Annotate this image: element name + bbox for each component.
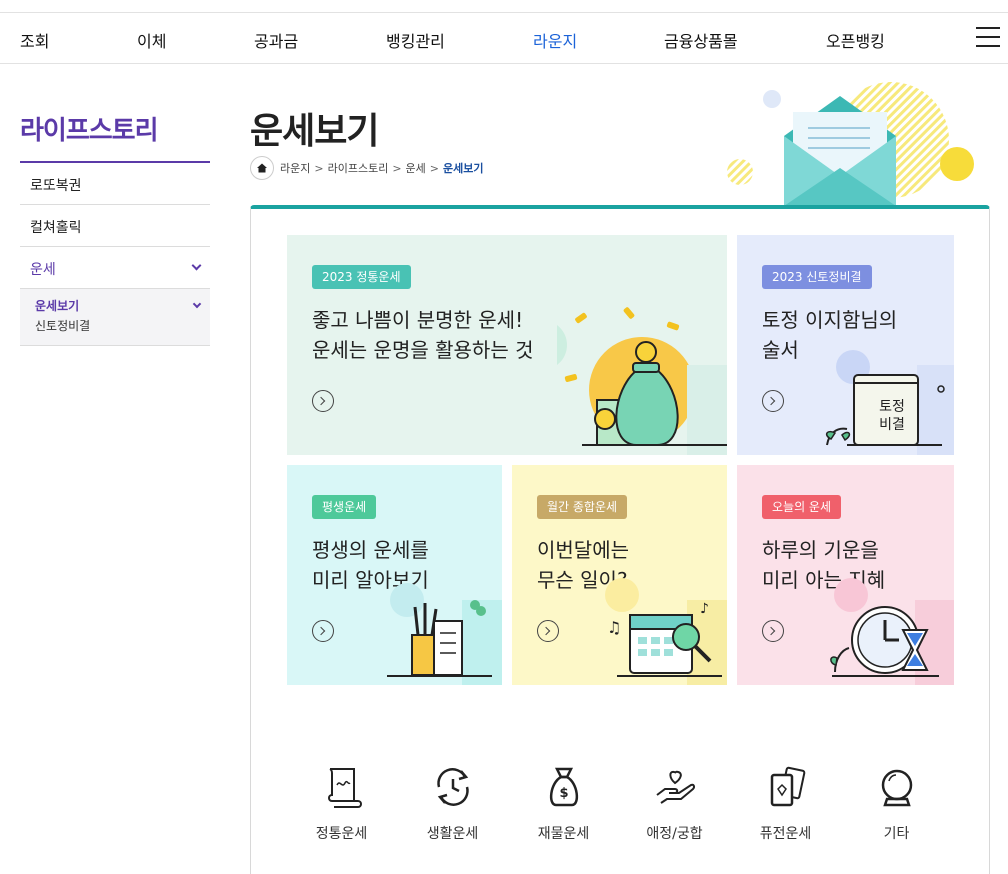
- breadcrumb-item[interactable]: 운세: [406, 160, 426, 176]
- sidebar-item-culture[interactable]: 컬쳐홀릭: [20, 205, 210, 247]
- fortune-category-list: 정통운세 생활운세 $ 재물운세 애정/궁합 퓨전운세 기타: [286, 765, 954, 843]
- money-bag-illustration: [557, 307, 727, 455]
- crystal-ball-icon: [881, 769, 912, 807]
- clock-hourglass-illustration: [830, 578, 954, 685]
- card-badge: 평생운세: [312, 495, 377, 519]
- nav-item-product-mall[interactable]: 금융상품몰: [664, 28, 738, 52]
- breadcrumb-separator-icon: >: [429, 161, 440, 175]
- card-text-line: 좋고 나쁨이 분명한 운세!: [312, 308, 524, 332]
- card-daily-fortune[interactable]: 오늘의 운세 하루의 기운을 미리 아는 지혜: [737, 465, 954, 685]
- svg-text:♫: ♫: [607, 618, 621, 637]
- scroll-icon: [327, 768, 362, 808]
- arrow-right-icon[interactable]: [312, 390, 334, 412]
- heart-hand-icon: [655, 770, 695, 804]
- nav-item-utility-bills[interactable]: 공과금: [254, 28, 298, 52]
- svg-text:$: $: [559, 786, 568, 801]
- card-monthly-fortune[interactable]: 월간 종합운세 이번달에는 무슨 일이? ♫ ♪: [512, 465, 727, 685]
- sidebar-submenu: 운세보기 신토정비결: [20, 289, 210, 346]
- card-badge: 2023 정통운세: [312, 265, 411, 289]
- sidebar-title: 라이프스토리: [20, 116, 159, 146]
- category-love[interactable]: 애정/궁합: [619, 765, 730, 843]
- arrow-right-icon[interactable]: [537, 620, 559, 642]
- category-label: 정통운세: [315, 826, 368, 842]
- sidebar-item-label: 운세: [30, 262, 56, 278]
- home-icon[interactable]: [250, 156, 274, 180]
- sidebar-item-lotto[interactable]: 로또복권: [20, 163, 210, 205]
- arrow-right-icon[interactable]: [762, 390, 784, 412]
- category-label: 퓨전운세: [759, 826, 812, 842]
- breadcrumb-item[interactable]: 라운지: [280, 160, 310, 176]
- card-text-line: 토정 이지함님의: [762, 308, 898, 332]
- card-badge: 월간 종합운세: [537, 495, 628, 519]
- category-other[interactable]: 기타: [841, 765, 952, 843]
- card-text: 좋고 나쁨이 분명한 운세! 운세는 운명을 활용하는 것: [312, 305, 533, 365]
- top-navigation: 조회 이체 공과금 뱅킹관리 라운지 금융상품몰 오픈뱅킹: [0, 12, 1008, 64]
- card-text-line: 이번달에는: [537, 538, 629, 562]
- card-badge: 오늘의 운세: [762, 495, 842, 519]
- book-cover-line: 토정: [879, 399, 905, 415]
- cards-icon: [770, 766, 805, 807]
- category-label: 기타: [883, 826, 910, 842]
- chevron-down-icon: [191, 260, 202, 271]
- breadcrumb-separator-icon: >: [392, 161, 402, 175]
- nav-item-inquiry[interactable]: 조회: [20, 28, 49, 52]
- category-fusion[interactable]: 퓨전운세: [730, 765, 841, 843]
- category-traditional[interactable]: 정통운세: [286, 765, 397, 843]
- svg-text:♪: ♪: [700, 601, 709, 617]
- nav-item-lounge[interactable]: 라운지: [533, 28, 577, 52]
- card-tojeong-fortune[interactable]: 2023 신토정비결 토정 이지함님의 술서 토정 비결: [737, 235, 954, 455]
- category-life[interactable]: 생활운세: [397, 765, 508, 843]
- book-cover-line: 비결: [879, 417, 905, 433]
- book-cover-text: 토정 비결: [872, 398, 912, 434]
- sidebar-item-fortune[interactable]: 운세: [20, 247, 210, 289]
- breadcrumb: 라운지 > 라이프스토리 > 운세 > 운세보기: [250, 156, 484, 180]
- card-text-line: 평생의 운세를: [312, 538, 429, 562]
- sidebar-subitem-fortune-view[interactable]: 운세보기: [20, 297, 210, 317]
- sidebar-menu: 로또복권 컬쳐홀릭 운세 운세보기 신토정비결: [20, 163, 210, 346]
- nav-item-transfer[interactable]: 이체: [137, 28, 166, 52]
- calendar-illustration: ♫ ♪: [605, 578, 727, 685]
- card-lifetime-fortune[interactable]: 평생운세 평생의 운세를 미리 알아보기: [287, 465, 502, 685]
- category-wealth[interactable]: $ 재물운세: [508, 765, 619, 843]
- category-label: 생활운세: [426, 826, 479, 842]
- pencil-cup-illustration: [387, 583, 502, 685]
- menu-icon[interactable]: [976, 27, 1000, 47]
- category-label: 애정/궁합: [646, 826, 703, 842]
- breadcrumb-item[interactable]: 라이프스토리: [328, 160, 389, 176]
- card-text-line: 하루의 기운을: [762, 538, 879, 562]
- category-label: 재물운세: [537, 826, 590, 842]
- breadcrumb-separator-icon: >: [314, 161, 324, 175]
- card-badge: 2023 신토정비결: [762, 265, 872, 289]
- page-title: 운세보기: [250, 111, 379, 152]
- money-bag-icon: $: [549, 767, 578, 807]
- nav-item-banking-management[interactable]: 뱅킹관리: [386, 28, 445, 52]
- arrow-right-icon[interactable]: [312, 620, 334, 642]
- sidebar-subitem-tojeong[interactable]: 신토정비결: [20, 317, 210, 335]
- envelope-illustration: [727, 82, 974, 206]
- arrow-right-icon[interactable]: [762, 620, 784, 642]
- card-traditional-fortune[interactable]: 2023 정통운세 좋고 나쁨이 분명한 운세! 운세는 운명을 활용하는 것: [287, 235, 727, 455]
- refresh-clock-icon: [436, 768, 469, 806]
- card-text-line: 운세는 운명을 활용하는 것: [312, 338, 534, 362]
- breadcrumb-current: 운세보기: [443, 162, 484, 175]
- nav-item-open-banking[interactable]: 오픈뱅킹: [826, 28, 885, 52]
